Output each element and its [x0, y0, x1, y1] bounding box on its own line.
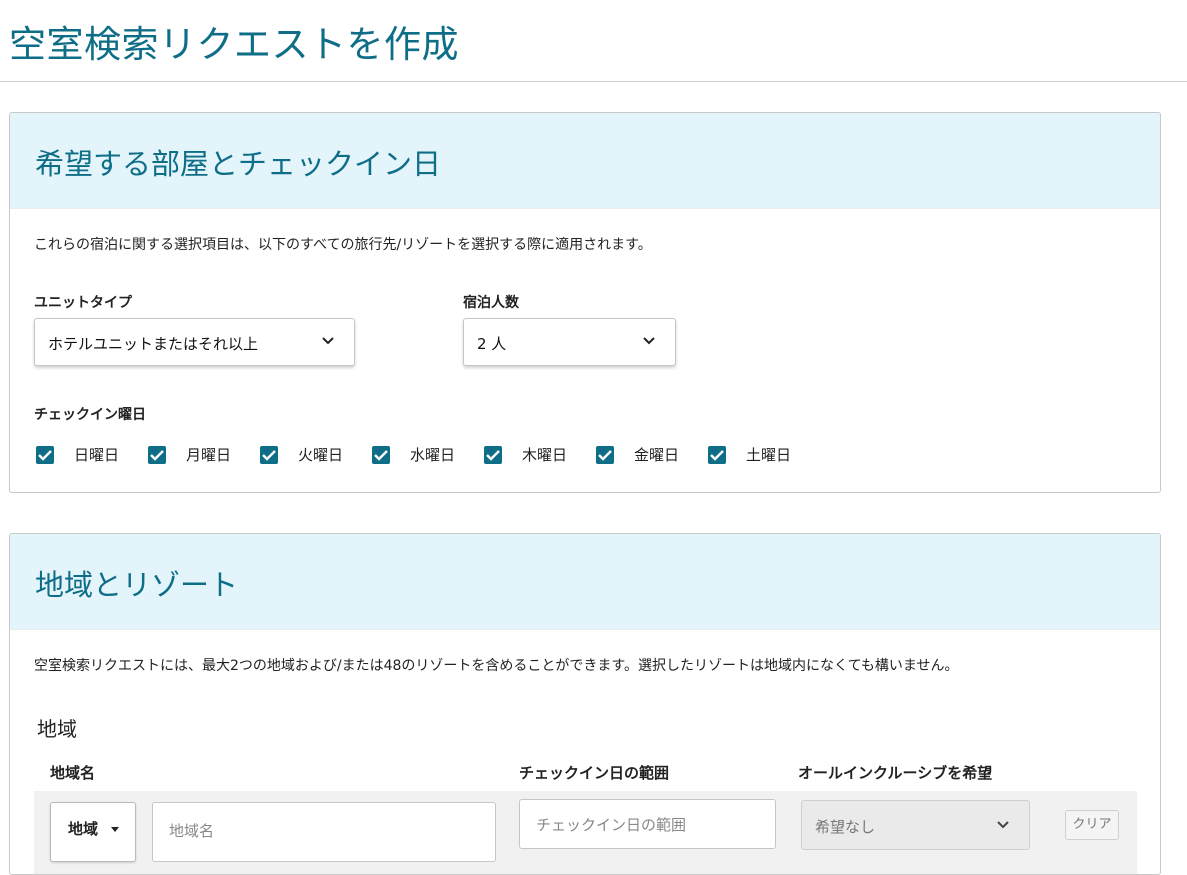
room-checkin-heading: 希望する部屋とチェックイン日	[35, 147, 442, 181]
checkbox-checked-icon	[372, 446, 390, 464]
chevron-down-icon	[997, 821, 1009, 829]
checkbox-label: 木曜日	[522, 446, 568, 464]
all-inclusive-select[interactable]: 希望なし	[801, 800, 1030, 850]
checkbox-label: 土曜日	[746, 446, 792, 464]
checkbox-label: 金曜日	[634, 446, 680, 464]
region-resort-heading: 地域とリゾート	[35, 568, 239, 602]
guests-label: 宿泊人数	[463, 295, 519, 311]
checkbox-checked-icon	[596, 446, 614, 464]
region-type-value: 地域	[68, 820, 99, 838]
col-all-inclusive: オールインクルーシブを希望	[798, 764, 993, 782]
room-checkin-header: 希望する部屋とチェックイン日	[10, 113, 1160, 209]
checkbox-label: 火曜日	[298, 446, 344, 464]
title-divider	[0, 81, 1187, 82]
guests-value: 2 人	[477, 335, 507, 353]
all-inclusive-value: 希望なし	[815, 818, 876, 836]
checkbox-checked-icon	[148, 446, 166, 464]
checkbox-checked-icon	[484, 446, 502, 464]
unit-type-label: ユニットタイプ	[34, 295, 132, 311]
region-resort-description: 空室検索リクエストには、最大2つの地域および/または48のリゾートを含めることが…	[34, 658, 959, 674]
region-type-dropdown[interactable]: 地域	[50, 802, 136, 862]
region-resort-header: 地域とリゾート	[10, 534, 1160, 630]
checkin-range-input[interactable]: チェックイン日の範囲	[519, 799, 776, 849]
guests-select[interactable]: 2 人	[463, 318, 676, 366]
caret-down-icon	[111, 827, 119, 832]
region-subheading: 地域	[37, 717, 77, 741]
chevron-down-icon	[322, 337, 334, 345]
checkin-range-placeholder: チェックイン日の範囲	[536, 816, 687, 834]
checkbox-label: 月曜日	[186, 446, 232, 464]
checkbox-label: 日曜日	[74, 446, 120, 464]
unit-type-select[interactable]: ホテルユニットまたはそれ以上	[34, 318, 355, 366]
checkbox-label: 水曜日	[410, 446, 456, 464]
chevron-down-icon	[643, 337, 655, 345]
col-checkin-range: チェックイン日の範囲	[519, 764, 670, 782]
region-name-placeholder: 地域名	[169, 822, 215, 840]
col-region-name: 地域名	[50, 764, 96, 782]
checkbox-checked-icon	[36, 446, 54, 464]
region-resort-panel: 地域とリゾート 空室検索リクエストには、最大2つの地域および/または48のリゾー…	[9, 533, 1161, 875]
unit-type-value: ホテルユニットまたはそれ以上	[48, 335, 259, 353]
checkin-days-label: チェックイン曜日	[34, 407, 146, 423]
room-checkin-description: これらの宿泊に関する選択項目は、以下のすべての旅行先/リゾートを選択する際に適用…	[34, 237, 652, 253]
checkbox-checked-icon	[708, 446, 726, 464]
page-title: 空室検索リクエストを作成	[9, 23, 459, 66]
clear-button[interactable]: クリア	[1065, 810, 1119, 840]
room-checkin-panel: 希望する部屋とチェックイン日 これらの宿泊に関する選択項目は、以下のすべての旅行…	[9, 112, 1161, 493]
region-name-input[interactable]: 地域名	[152, 802, 496, 862]
checkbox-checked-icon	[260, 446, 278, 464]
